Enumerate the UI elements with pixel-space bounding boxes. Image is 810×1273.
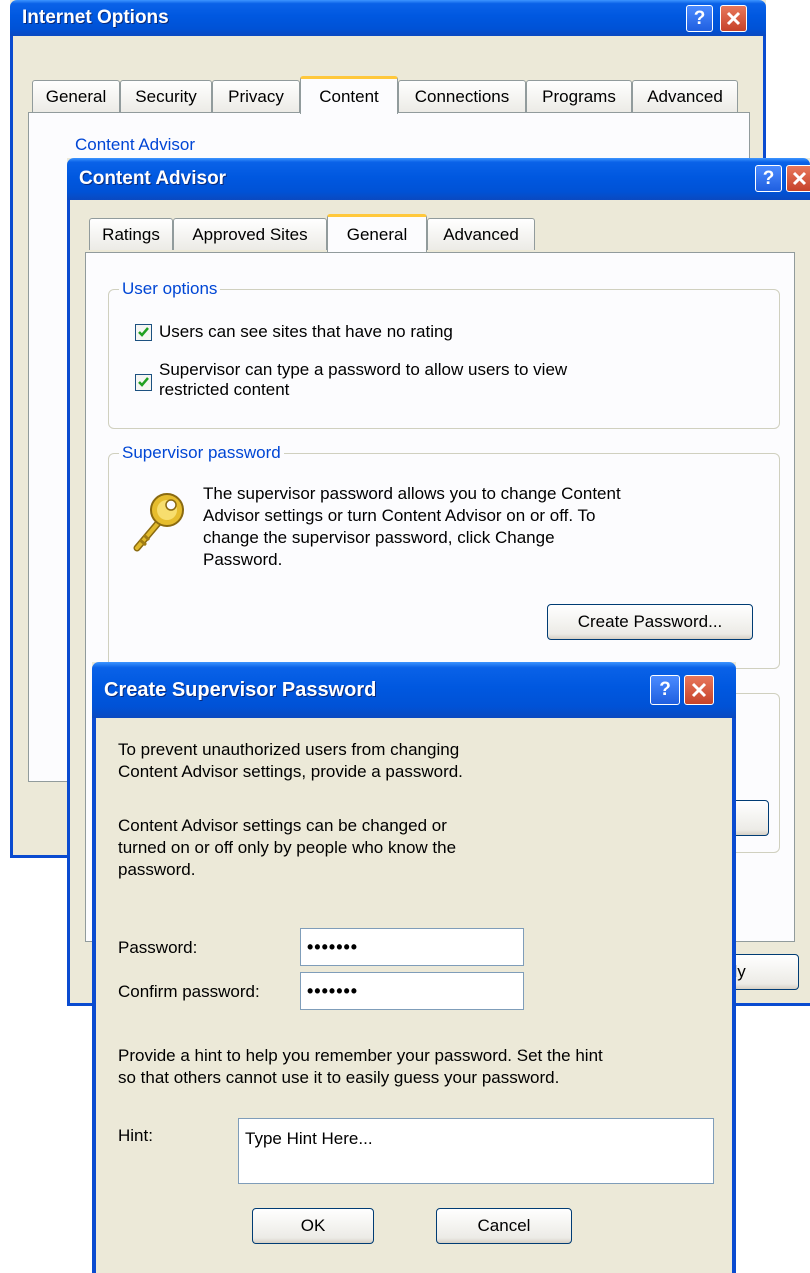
supervisor-password-desc-line3: change the supervisor password, click Ch… [203, 528, 555, 547]
internet-options-tabstrip: General Security Privacy Content Connect… [32, 76, 752, 116]
info-line1: Content Advisor settings can be changed … [118, 816, 447, 835]
tab-general[interactable]: General [327, 214, 427, 252]
supervisor-password-desc-line4: Password. [203, 550, 283, 569]
confirm-password-field[interactable]: ••••••• [300, 972, 524, 1010]
supervisor-password-group: Supervisor password The supervisor passw… [108, 443, 780, 669]
content-advisor-title: Content Advisor [79, 168, 227, 189]
info-line2: turned on or off only by people who know… [118, 838, 457, 857]
hint-field[interactable]: Type Hint Here... [238, 1118, 714, 1184]
hint-intro-line1: Provide a hint to help you remember your… [118, 1046, 603, 1065]
tab-approved-sites[interactable]: Approved Sites [173, 218, 327, 250]
create-password-button[interactable]: Create Password... [547, 604, 753, 640]
intro-line2: Content Advisor settings, provide a pass… [118, 762, 463, 781]
tab-general[interactable]: General [32, 80, 120, 112]
help-icon[interactable]: ? [755, 165, 782, 192]
confirm-password-label: Confirm password: [118, 982, 260, 1001]
internet-options-title: Internet Options [22, 7, 169, 28]
create-supervisor-password-dialog: Create Supervisor Password ? To prevent … [92, 662, 736, 1273]
create-password-title: Create Supervisor Password [104, 678, 377, 701]
close-icon[interactable] [786, 165, 810, 192]
supervisor-override-checkbox[interactable] [135, 374, 152, 391]
key-icon [133, 493, 184, 552]
checkmark-icon [138, 377, 149, 387]
tab-advanced[interactable]: Advanced [427, 218, 535, 250]
content-advisor-titlebar[interactable]: Content Advisor ? [67, 158, 810, 200]
create-password-titlebar[interactable]: Create Supervisor Password ? [92, 662, 736, 718]
tab-content[interactable]: Content [300, 76, 398, 114]
users-see-unrated-checkbox[interactable] [135, 324, 152, 341]
tab-ratings[interactable]: Ratings [89, 218, 173, 250]
password-field[interactable]: ••••••• [300, 928, 524, 966]
hint-intro-line2: so that others cannot use it to easily g… [118, 1068, 560, 1087]
hint-value: Type Hint Here... [245, 1129, 373, 1148]
checkmark-icon [138, 327, 149, 337]
tab-programs[interactable]: Programs [526, 80, 632, 112]
user-options-group: User options Users can see sites that ha… [108, 279, 780, 429]
user-options-legend: User options [119, 279, 221, 299]
content-advisor-tabstrip: Ratings Approved Sites General Advanced [89, 214, 549, 254]
help-icon[interactable]: ? [686, 5, 713, 32]
content-advisor-group-label: Content Advisor [75, 135, 196, 154]
confirm-password-value: ••••••• [307, 981, 359, 1001]
supervisor-password-legend: Supervisor password [119, 443, 284, 463]
close-icon[interactable] [720, 5, 747, 32]
info-line3: password. [118, 860, 196, 879]
intro-line1: To prevent unauthorized users from chang… [118, 740, 460, 759]
internet-options-titlebar[interactable]: Internet Options ? [10, 0, 766, 36]
supervisor-password-desc-line2: Advisor settings or turn Content Advisor… [203, 506, 596, 525]
tab-security[interactable]: Security [120, 80, 212, 112]
password-value: ••••••• [307, 937, 359, 957]
cancel-button[interactable]: Cancel [436, 1208, 572, 1244]
ok-button[interactable]: OK [252, 1208, 374, 1244]
password-label: Password: [118, 938, 198, 957]
supervisor-password-desc-line1: The supervisor password allows you to ch… [203, 484, 621, 503]
close-icon[interactable] [684, 675, 714, 705]
help-icon[interactable]: ? [650, 675, 680, 705]
supervisor-override-label-line1[interactable]: Supervisor can type a password to allow … [159, 360, 567, 380]
users-see-unrated-label[interactable]: Users can see sites that have no rating [159, 322, 453, 342]
tab-advanced[interactable]: Advanced [632, 80, 738, 112]
tab-connections[interactable]: Connections [398, 80, 526, 112]
hint-label: Hint: [118, 1126, 153, 1145]
tab-privacy[interactable]: Privacy [212, 80, 300, 112]
supervisor-override-label-line2[interactable]: restricted content [159, 380, 289, 400]
